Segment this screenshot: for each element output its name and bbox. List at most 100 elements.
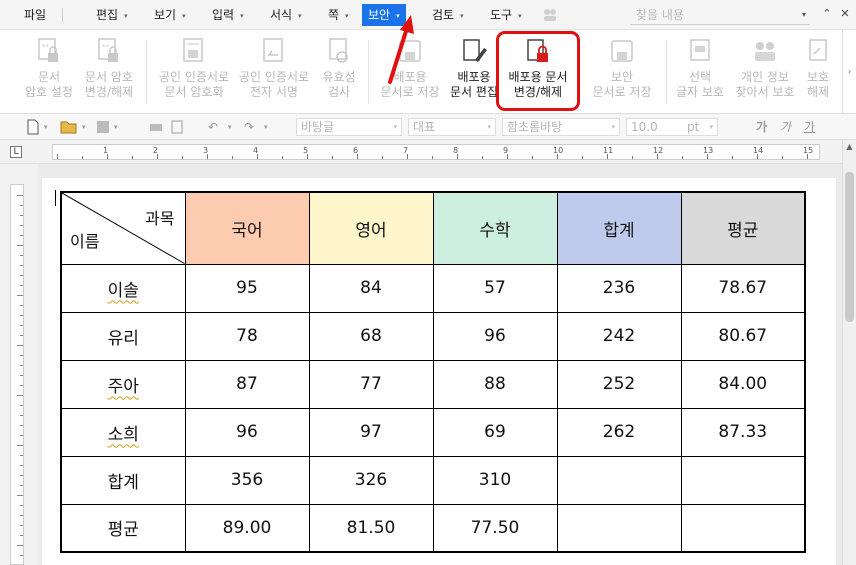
mean-cell[interactable]: 81.50 bbox=[308, 503, 434, 553]
save-icon[interactable] bbox=[96, 119, 110, 135]
scrollbar-thumb[interactable] bbox=[845, 172, 854, 322]
sum-cell[interactable]: 356 bbox=[184, 455, 310, 505]
empty-cell[interactable] bbox=[556, 455, 682, 505]
preview-icon[interactable] bbox=[170, 119, 184, 135]
empty-cell[interactable] bbox=[680, 503, 806, 553]
average-cell[interactable]: 87.33 bbox=[680, 407, 806, 457]
ribbon-scroll-right-icon[interactable]: › bbox=[842, 30, 856, 114]
score-cell[interactable]: 96 bbox=[184, 407, 310, 457]
score-cell[interactable]: 68 bbox=[308, 311, 434, 361]
scroll-up-icon[interactable]: ▲ bbox=[843, 142, 856, 151]
vertical-scrollbar[interactable]: ▲ bbox=[842, 140, 856, 565]
student-name-cell[interactable]: 유리 bbox=[60, 311, 186, 361]
language-select[interactable]: 대표 ▾ bbox=[408, 118, 496, 136]
bold-button[interactable]: 가 bbox=[756, 119, 767, 135]
row-label-cell[interactable]: 평균 bbox=[60, 503, 186, 553]
total-cell[interactable]: 252 bbox=[556, 359, 682, 409]
score-cell[interactable]: 69 bbox=[432, 407, 558, 457]
score-cell[interactable]: 77 bbox=[308, 359, 434, 409]
certificate-encrypt-button[interactable]: 공인 인증서로 문서 암호화 bbox=[156, 38, 232, 100]
vertical-ruler[interactable] bbox=[10, 184, 24, 565]
student-name-cell[interactable]: 주아 bbox=[60, 359, 186, 409]
help-icon[interactable] bbox=[542, 8, 558, 22]
mean-cell[interactable]: 89.00 bbox=[184, 503, 310, 553]
chevron-down-icon[interactable]: ▾ bbox=[82, 119, 86, 135]
score-cell[interactable]: 88 bbox=[432, 359, 558, 409]
set-document-password-button[interactable]: ** 문서 암호 설정 bbox=[22, 38, 76, 100]
row-label-cell[interactable]: 합계 bbox=[60, 455, 186, 505]
print-icon[interactable] bbox=[148, 119, 164, 135]
menu-format[interactable]: 서식 ▾ bbox=[270, 4, 302, 26]
ruler-tick bbox=[17, 195, 23, 196]
chevron-down-icon: ▾ bbox=[611, 123, 615, 131]
italic-button[interactable]: 가 bbox=[780, 119, 791, 135]
change-document-password-button[interactable]: ** 문서 암호 변경/해제 bbox=[80, 38, 138, 100]
score-cell[interactable]: 57 bbox=[432, 263, 558, 313]
average-cell[interactable]: 80.67 bbox=[680, 311, 806, 361]
total-cell[interactable]: 242 bbox=[556, 311, 682, 361]
chevron-down-icon[interactable]: ▾ bbox=[264, 119, 268, 135]
score-cell[interactable]: 95 bbox=[184, 263, 310, 313]
ribbon-collapse-icon[interactable]: ⌃ bbox=[820, 7, 834, 21]
protect-personal-info-button[interactable]: 개인 정보 찾아서 보호 bbox=[732, 38, 798, 100]
redo-icon[interactable]: ↷ bbox=[244, 119, 254, 135]
chevron-down-icon[interactable]: ▾ bbox=[44, 119, 48, 135]
ribbon-label: 보안 bbox=[610, 70, 634, 84]
sum-cell[interactable]: 310 bbox=[432, 455, 558, 505]
empty-cell[interactable] bbox=[680, 455, 806, 505]
protect-selected-text-button[interactable]: 선택 글자 보호 bbox=[674, 38, 726, 100]
ruler-tick bbox=[20, 285, 23, 286]
average-cell[interactable]: 78.67 bbox=[680, 263, 806, 313]
score-cell[interactable]: 97 bbox=[308, 407, 434, 457]
chevron-down-icon[interactable]: ▾ bbox=[114, 119, 118, 135]
close-icon[interactable]: ✕ bbox=[838, 7, 852, 21]
total-cell[interactable]: 262 bbox=[556, 407, 682, 457]
validity-check-button[interactable]: 유효성 검사 bbox=[316, 38, 362, 100]
open-folder-icon[interactable] bbox=[60, 119, 78, 135]
menu-edit[interactable]: 편집 ▾ bbox=[96, 4, 128, 26]
edit-distribution-document-button[interactable]: 배포용 문서 편집 bbox=[446, 38, 502, 100]
student-name-cell[interactable]: 소희 bbox=[60, 407, 186, 457]
underline-button[interactable]: 가 bbox=[804, 119, 815, 135]
menu-file[interactable]: 파일 bbox=[24, 4, 46, 26]
menu-insert[interactable]: 입력 ▾ bbox=[212, 4, 244, 26]
chevron-down-icon[interactable]: ▾ bbox=[802, 5, 806, 25]
search-input[interactable]: 찾을 내용 ▾ bbox=[630, 5, 810, 25]
remove-protection-button[interactable]: 보호 해제 bbox=[802, 38, 834, 100]
new-document-icon[interactable] bbox=[26, 119, 40, 135]
header-average[interactable]: 평균 bbox=[680, 191, 806, 265]
empty-cell[interactable] bbox=[556, 503, 682, 553]
score-cell[interactable]: 96 bbox=[432, 311, 558, 361]
score-cell[interactable]: 87 bbox=[184, 359, 310, 409]
font-size-input[interactable]: 10.0 pt ▾ bbox=[626, 118, 718, 136]
menu-view[interactable]: 보기 ▾ bbox=[154, 4, 186, 26]
ruler-tick-label: 6 bbox=[353, 146, 359, 155]
header-korean[interactable]: 국어 bbox=[184, 191, 310, 265]
header-english[interactable]: 영어 bbox=[308, 191, 434, 265]
style-select[interactable]: 바탕글 ▾ bbox=[296, 118, 402, 136]
font-select[interactable]: 함초롬바탕 ▾ bbox=[502, 118, 620, 136]
certificate-signature-button[interactable]: 공인 인증서로 전자 서명 bbox=[236, 38, 312, 100]
ruler-tab-selector[interactable]: L bbox=[10, 146, 22, 158]
save-as-secure-document-button[interactable]: 보안 문서로 저장 bbox=[590, 38, 654, 100]
ruler-tick bbox=[20, 475, 23, 476]
header-total[interactable]: 합계 bbox=[556, 191, 682, 265]
average-cell[interactable]: 84.00 bbox=[680, 359, 806, 409]
undo-icon[interactable]: ↶ bbox=[208, 119, 218, 135]
chevron-down-icon: ▾ bbox=[124, 12, 128, 20]
sum-cell[interactable]: 326 bbox=[308, 455, 434, 505]
menu-review[interactable]: 검토 ▾ bbox=[432, 4, 464, 26]
menu-page[interactable]: 쪽 ▾ bbox=[328, 4, 349, 26]
total-cell[interactable]: 236 bbox=[556, 263, 682, 313]
score-cell[interactable]: 84 bbox=[308, 263, 434, 313]
score-cell[interactable]: 78 bbox=[184, 311, 310, 361]
diagonal-header-cell[interactable]: 과목 이름 bbox=[60, 191, 186, 265]
mean-cell[interactable]: 77.50 bbox=[432, 503, 558, 553]
menu-tools[interactable]: 도구 ▾ bbox=[490, 4, 522, 26]
chevron-down-icon[interactable]: ▾ bbox=[228, 119, 232, 135]
student-name-cell[interactable]: 이솔 bbox=[60, 263, 186, 313]
header-math[interactable]: 수학 bbox=[432, 191, 558, 265]
format-toolbar: ▾ ▾ ▾ ↶ ▾ ↷ ▾ 바탕글 ▾ 대표 ▾ 함초롬바탕 ▾ 10.0 pt ▾ 가… bbox=[0, 114, 856, 140]
grade-table: 과목 이름 국어 영어 수학 합계 평균 이솔 95 84 57 236 78.… bbox=[60, 191, 806, 553]
horizontal-ruler[interactable]: 1 2 3 4 5 6 7 8 9 10 11 12 13 14 15 bbox=[52, 144, 820, 160]
